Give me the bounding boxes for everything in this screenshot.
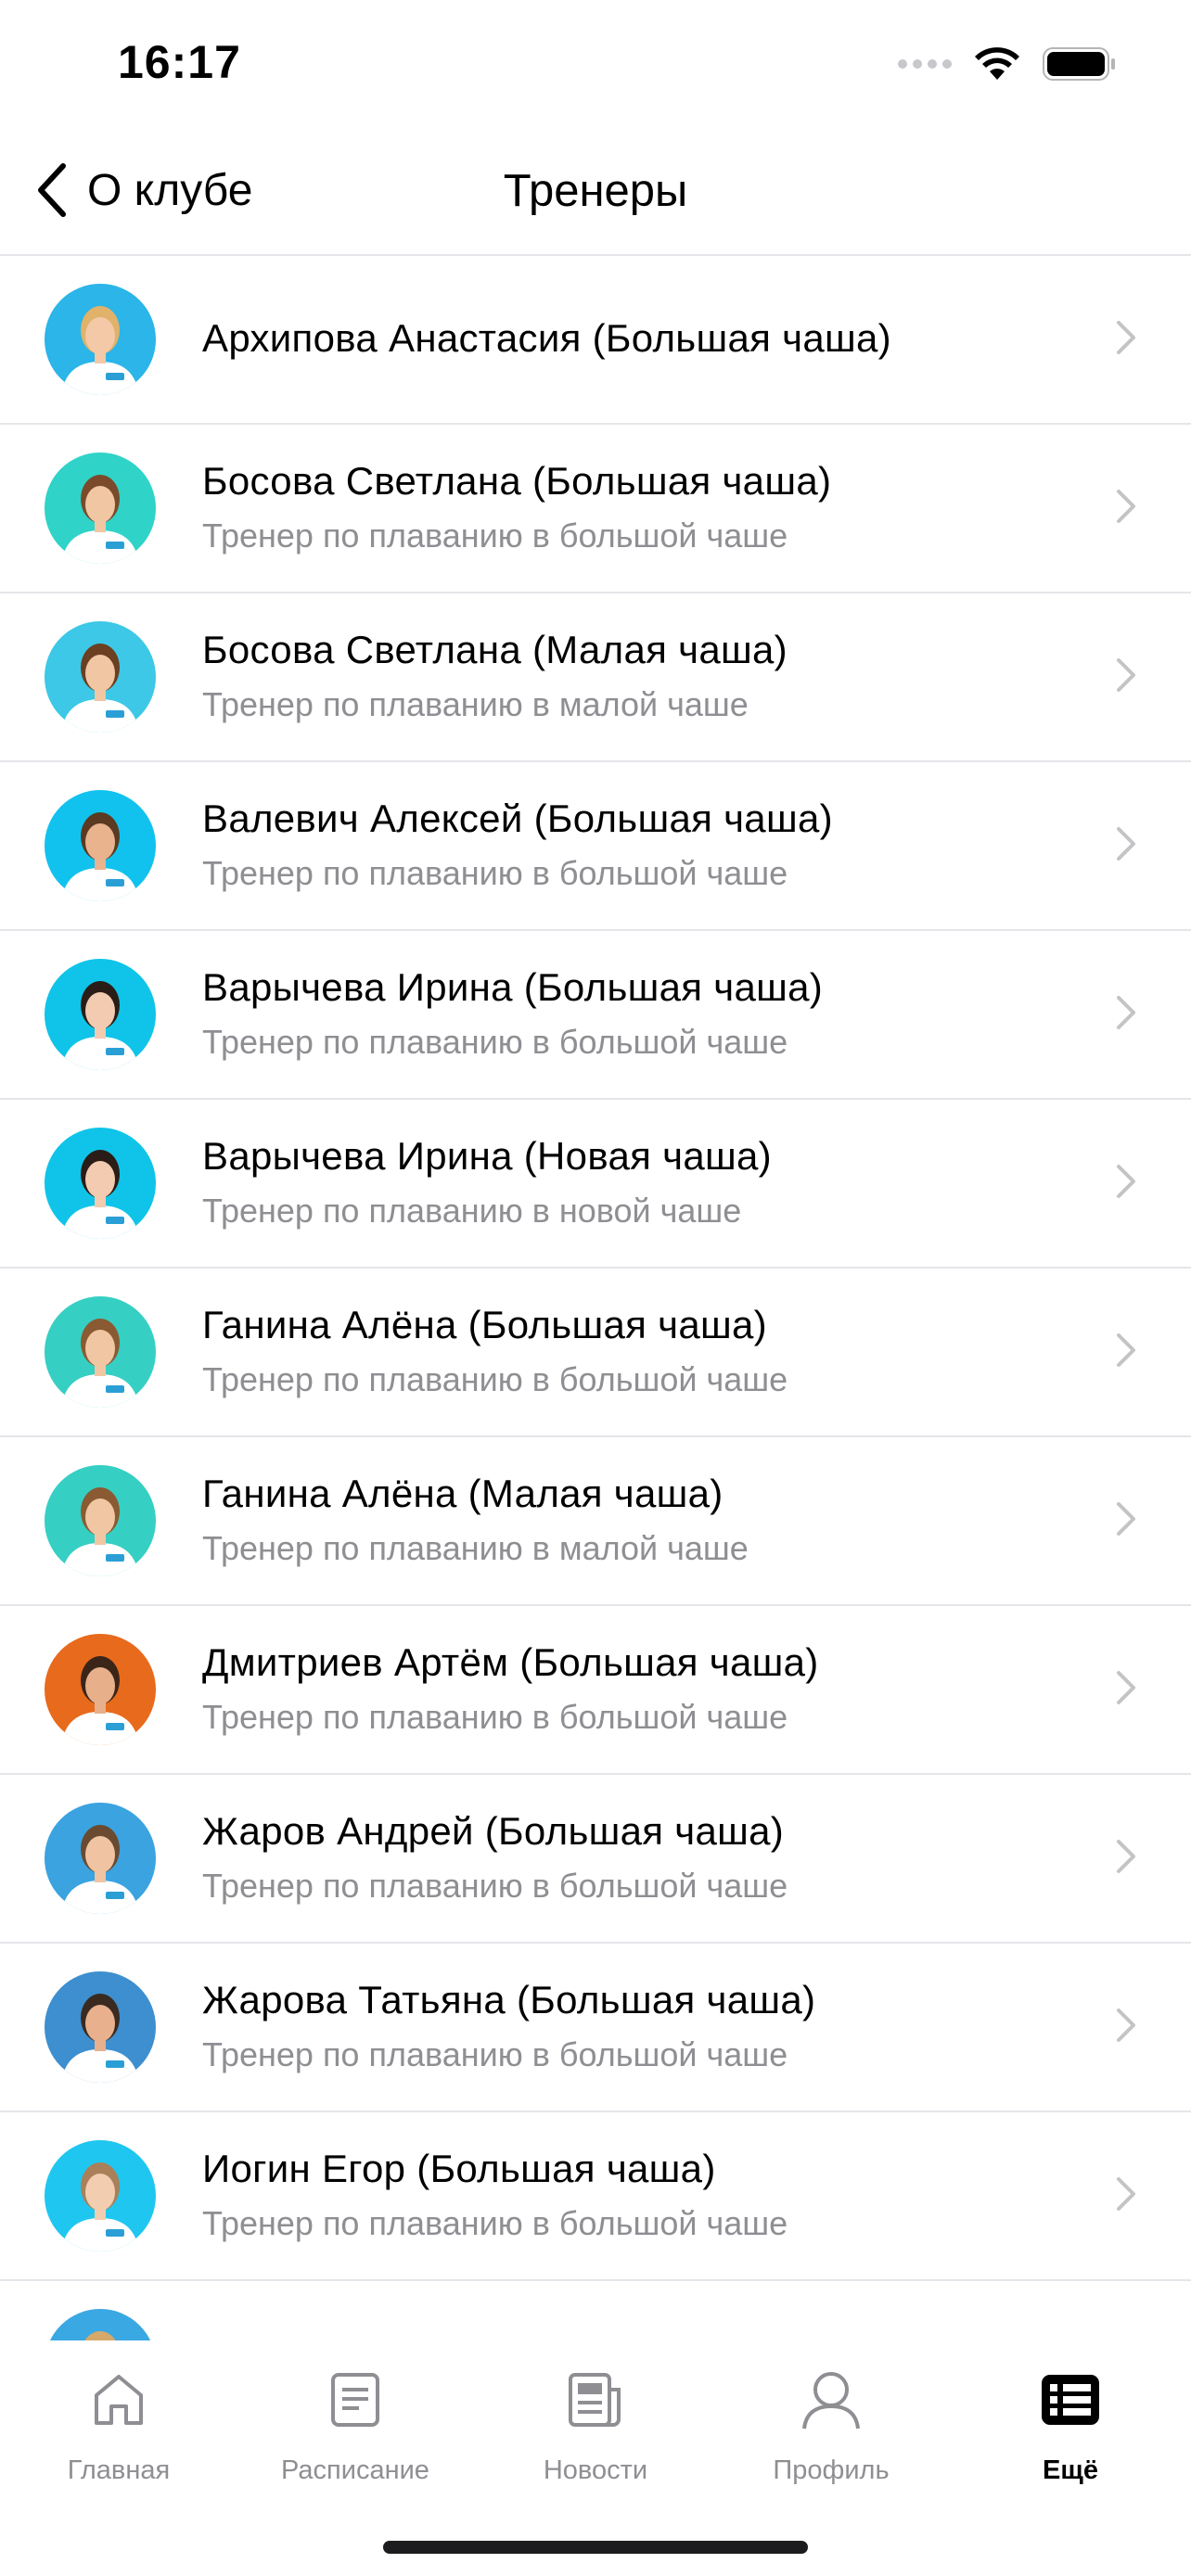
trainer-avatar — [45, 453, 156, 564]
tab-home[interactable]: Главная — [17, 2365, 221, 2486]
trainer-row[interactable]: Кокошникова Яна (Малая чаша) — [0, 2281, 1191, 2340]
trainer-role: Тренер по плаванию в большой чаше — [202, 1360, 788, 1398]
trainer-text: Кокошникова Яна (Малая чаша) — [202, 2281, 1080, 2340]
tab-home-label: Главная — [67, 2455, 171, 2485]
tab-schedule-label: Расписание — [281, 2455, 429, 2485]
trainer-role: Тренер по плаванию в большой чаше — [202, 1867, 788, 1905]
trainer-avatar — [45, 790, 156, 901]
trainer-row[interactable]: Варычева Ирина (Большая чаша) Тренер по п… — [0, 931, 1191, 1100]
trainer-avatar — [45, 1128, 156, 1239]
chevron-right-icon — [1115, 825, 1137, 867]
profile-icon — [802, 2372, 860, 2429]
trainer-row[interactable]: Жарова Татьяна (Большая чаша) Тренер по п… — [0, 1944, 1191, 2112]
trainer-text: Жаров Андрей (Большая чаша) Тренер по пла… — [202, 1775, 1080, 1940]
trainer-role: Тренер по плаванию в малой чаше — [202, 1529, 749, 1567]
trainer-row[interactable]: Босова Светлана (Большая чаша) Тренер по … — [0, 425, 1191, 593]
trainer-name: Варычева Ирина (Новая чаша) — [202, 1134, 772, 1178]
cellular-signal-icon — [898, 59, 952, 69]
trainer-avatar — [45, 1296, 156, 1408]
trainer-role: Тренер по плаванию в новой чаше — [202, 1192, 742, 1230]
chevron-right-icon — [1115, 2175, 1137, 2217]
status-icons — [898, 46, 1117, 82]
trainer-name: Иогин Егор (Большая чаша) — [202, 2147, 716, 2190]
trainer-role: Тренер по плаванию в большой чаше — [202, 854, 788, 892]
trainer-row[interactable]: Иогин Егор (Большая чаша) Тренер по плава… — [0, 2112, 1191, 2281]
battery-icon — [1043, 47, 1115, 81]
trainer-row[interactable]: Варычева Ирина (Новая чаша) Тренер по пла… — [0, 1100, 1191, 1269]
chevron-right-icon — [1115, 657, 1137, 698]
trainer-text: Варычева Ирина (Большая чаша) Тренер по п… — [202, 931, 1080, 1096]
tab-more[interactable]: Ещё — [968, 2365, 1172, 2486]
tab-news-label: Новости — [543, 2455, 648, 2485]
chevron-right-icon — [1115, 488, 1137, 529]
page-title: Тренеры — [503, 166, 688, 216]
trainer-text: Босова Светлана (Большая чаша) Тренер по … — [202, 425, 1080, 590]
tab-profile[interactable]: Профиль — [729, 2365, 933, 2486]
schedule-icon — [331, 2373, 379, 2427]
more-icon — [1042, 2375, 1099, 2425]
tab-schedule[interactable]: Расписание — [253, 2365, 457, 2486]
trainer-name: Валевич Алексей (Большая чаша) — [202, 797, 833, 840]
chevron-right-icon — [1115, 1669, 1137, 1711]
trainer-row[interactable]: Архипова Анастасия (Большая чаша) — [0, 256, 1191, 425]
trainer-row[interactable]: Дмитриев Артём (Большая чаша) Тренер по п… — [0, 1606, 1191, 1775]
tab-news[interactable]: Новости — [493, 2365, 698, 2486]
chevron-right-icon — [1115, 1163, 1137, 1205]
trainer-role: Тренер по плаванию в большой чаше — [202, 1023, 788, 1061]
tab-more-label: Ещё — [1043, 2455, 1098, 2485]
trainer-avatar — [45, 1803, 156, 1914]
trainer-role: Тренер по плаванию в большой чаше — [202, 2204, 788, 2242]
status-time: 16:17 — [118, 36, 241, 88]
tab-profile-label: Профиль — [773, 2455, 890, 2485]
trainer-row[interactable]: Босова Светлана (Малая чаша) Тренер по пл… — [0, 593, 1191, 762]
trainer-avatar — [45, 284, 156, 395]
trainer-row[interactable]: Ганина Алёна (Большая чаша) Тренер по пла… — [0, 1269, 1191, 1437]
trainer-avatar — [45, 621, 156, 733]
trainer-text: Варычева Ирина (Новая чаша) Тренер по пла… — [202, 1100, 1080, 1265]
trainer-text: Жарова Татьяна (Большая чаша) Тренер по п… — [202, 1944, 1080, 2109]
trainer-role: Тренер по плаванию в большой чаше — [202, 1698, 788, 1736]
trainer-avatar — [45, 959, 156, 1070]
trainer-avatar — [45, 1971, 156, 2083]
wifi-icon — [975, 47, 1019, 80]
trainer-text: Валевич Алексей (Большая чаша) Тренер по … — [202, 762, 1080, 927]
trainer-text: Ганина Алёна (Малая чаша) Тренер по плава… — [202, 1437, 1080, 1602]
chevron-right-icon — [1115, 994, 1137, 1036]
trainer-row[interactable]: Жаров Андрей (Большая чаша) Тренер по пла… — [0, 1775, 1191, 1944]
trainer-name: Жаров Андрей (Большая чаша) — [202, 1809, 785, 1853]
trainer-avatar — [45, 2309, 156, 2340]
chevron-right-icon — [1115, 319, 1137, 361]
trainer-name: Архипова Анастасия (Большая чаша) — [202, 316, 891, 360]
trainer-role: Тренер по плаванию в большой чаше — [202, 2035, 788, 2073]
chevron-right-icon — [1115, 1500, 1137, 1542]
trainer-name: Ганина Алёна (Большая чаша) — [202, 1303, 767, 1346]
trainer-avatar — [45, 2140, 156, 2251]
trainer-name: Жарова Татьяна (Большая чаша) — [202, 1978, 816, 2021]
chevron-right-icon — [1115, 2007, 1137, 2048]
chevron-right-icon — [1115, 1838, 1137, 1880]
trainer-role: Тренер по плаванию в малой чаше — [202, 685, 749, 723]
trainer-name: Босова Светлана (Большая чаша) — [202, 459, 832, 503]
trainer-text: Босова Светлана (Малая чаша) Тренер по пл… — [202, 593, 1080, 759]
trainer-row[interactable]: Ганина Алёна (Малая чаша) Тренер по плава… — [0, 1437, 1191, 1606]
trainer-name: Варычева Ирина (Большая чаша) — [202, 965, 824, 1009]
home-icon — [95, 2375, 143, 2425]
trainer-name: Босова Светлана (Малая чаша) — [202, 628, 788, 671]
home-indicator — [383, 2541, 808, 2554]
trainer-name: Дмитриев Артём (Большая чаша) — [202, 1640, 819, 1684]
trainer-name: Ганина Алёна (Малая чаша) — [202, 1472, 724, 1515]
trainer-role: Тренер по плаванию в большой чаше — [202, 516, 788, 555]
trainer-text: Архипова Анастасия (Большая чаша) — [202, 256, 1080, 421]
trainer-text: Ганина Алёна (Большая чаша) Тренер по пла… — [202, 1269, 1080, 1434]
trainer-avatar — [45, 1634, 156, 1745]
status-bar: 16:17 — [0, 0, 1191, 130]
trainer-text: Иогин Егор (Большая чаша) Тренер по плава… — [202, 2112, 1080, 2277]
chevron-right-icon — [1115, 1332, 1137, 1373]
news-icon — [569, 2373, 621, 2427]
navigation-bar: О клубе Тренеры — [0, 130, 1191, 256]
trainer-avatar — [45, 1465, 156, 1576]
trainers-list: Архипова Анастасия (Большая чаша) Босова … — [0, 256, 1191, 2340]
trainer-text: Дмитриев Артём (Большая чаша) Тренер по п… — [202, 1606, 1080, 1771]
trainer-row[interactable]: Валевич Алексей (Большая чаша) Тренер по … — [0, 762, 1191, 931]
